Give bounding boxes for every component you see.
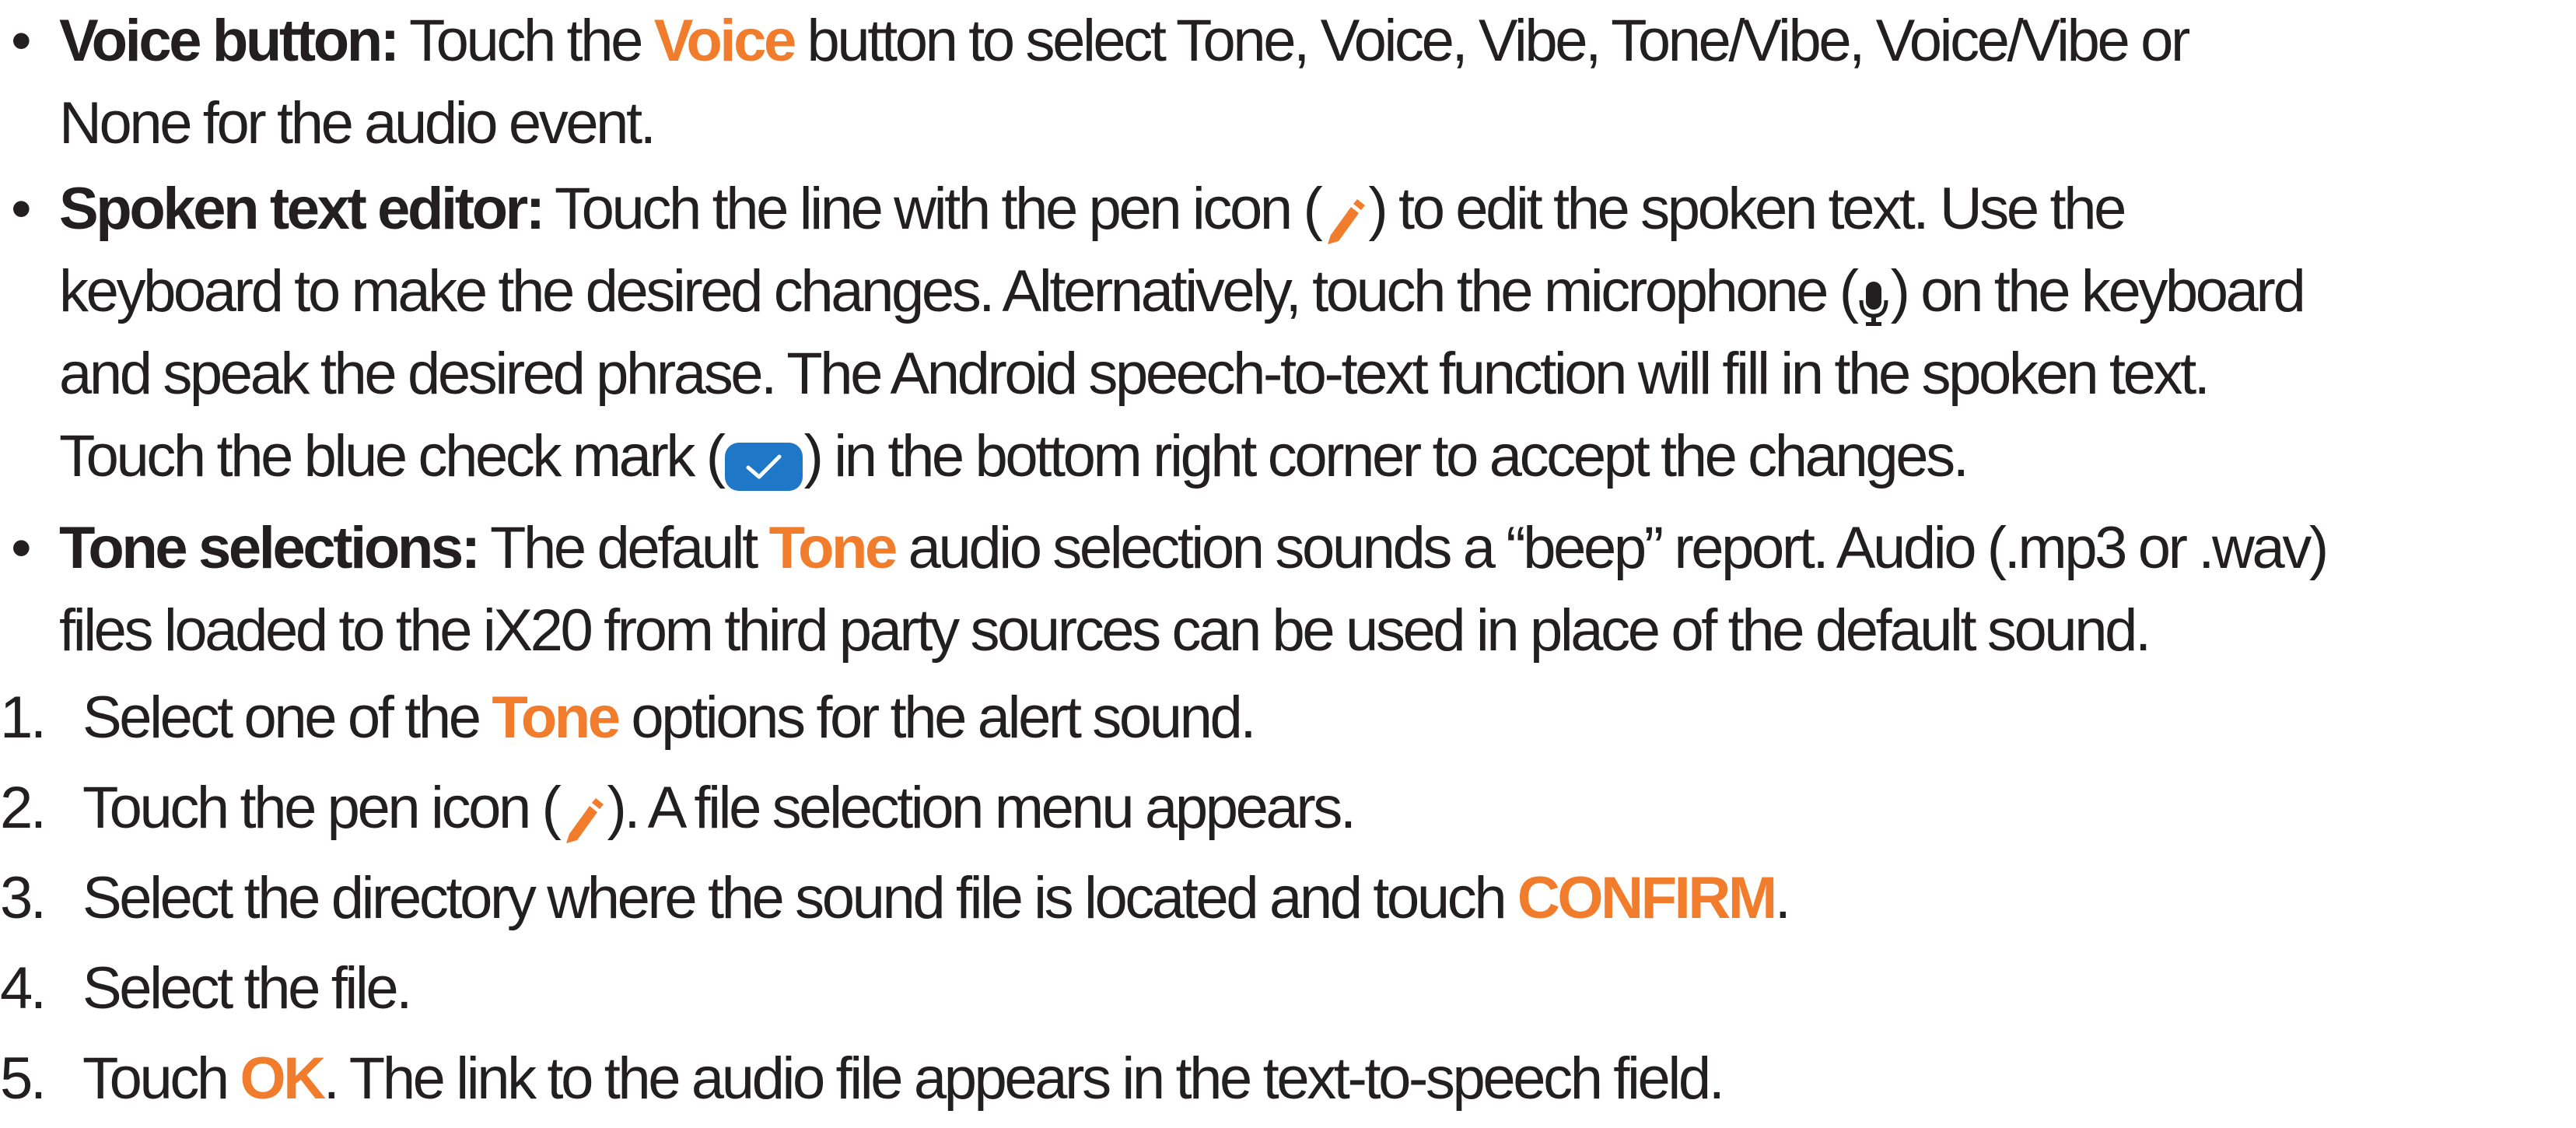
document-page: • Voice button: Touch the Voice button t…: [0, 0, 2576, 1128]
text-line: and speak the desired phrase. The Androi…: [59, 333, 2576, 415]
text-run: files loaded to the iX20 from third part…: [59, 597, 2151, 664]
bullet-term: Tone selections:: [59, 515, 481, 581]
text-run: Select the directory where the sound fil…: [82, 865, 1517, 931]
pen-icon: [1320, 185, 1368, 244]
text-run: options for the alert sound.: [618, 685, 1256, 751]
text-run: Select the file.: [82, 955, 412, 1021]
highlight-voice: Voice: [653, 8, 797, 74]
text-run: audio selection sounds a “beep” report. …: [894, 515, 2329, 581]
highlight-ok: OK: [240, 1046, 327, 1112]
step-number: 5.: [0, 1046, 47, 1112]
text-line: Select the file.: [82, 948, 2576, 1030]
text-line: Tone selections: The default Tone audio …: [59, 507, 2576, 590]
check-mark-icon: [723, 432, 804, 491]
text-run: . The link to the audio file appears in …: [323, 1046, 1725, 1112]
text-run: Touch the pen icon (: [82, 775, 562, 841]
text-line: keyboard to make the desired changes. Al…: [59, 250, 2576, 333]
bullet-voice-button: • Voice button: Touch the Voice button t…: [0, 0, 2576, 165]
bullet-tone-selections: • Tone selections: The default Tone audi…: [0, 507, 2576, 672]
text-run: ). A file selection menu appears.: [607, 775, 1356, 841]
text-line: Select the directory where the sound fil…: [82, 857, 2576, 940]
step-5: 5. Touch OK. The link to the audio file …: [0, 1038, 2576, 1120]
text-line: None for the audio event.: [59, 82, 2576, 165]
bullet-term: Voice button:: [59, 8, 400, 74]
step-number: 1.: [0, 685, 47, 751]
text-run: ) on the keyboard: [1890, 258, 2306, 324]
text-line: Touch the blue check mark ( ) in the bott…: [59, 415, 2576, 498]
text-run: Touch the line with the pen icon (: [542, 176, 1323, 242]
bullet-marker: •: [11, 176, 32, 242]
text-line: Select one of the Tone options for the a…: [82, 677, 2576, 759]
text-line: Touch OK. The link to the audio file app…: [82, 1038, 2576, 1120]
text-run: The default: [478, 515, 769, 581]
step-3: 3. Select the directory where the sound …: [0, 857, 2576, 940]
text-line: Touch the pen icon ( ). A file selection …: [82, 767, 2576, 850]
step-number: 2.: [0, 775, 47, 841]
text-run: keyboard to make the desired changes. Al…: [59, 258, 1859, 324]
text-run: button to select Tone, Voice, Vibe, Tone…: [793, 8, 2191, 74]
step-number: 4.: [0, 955, 47, 1021]
step-4: 4. Select the file.: [0, 948, 2576, 1030]
highlight-confirm: CONFIRM: [1517, 865, 1777, 931]
text-line: Spoken text editor: Touch the line with …: [59, 168, 2576, 250]
bullet-marker: •: [11, 8, 32, 74]
text-run: None for the audio event.: [59, 90, 656, 156]
text-run: .: [1774, 865, 1791, 931]
text-run: ) in the bottom right corner to accept t…: [803, 423, 1969, 489]
bullet-marker: •: [11, 515, 32, 581]
step-2: 2. Touch the pen icon ( ). A file selecti…: [0, 767, 2576, 850]
text-run: and speak the desired phrase. The Androi…: [59, 341, 2210, 407]
pen-icon: [558, 784, 607, 843]
text-line: files loaded to the iX20 from third part…: [59, 590, 2576, 672]
step-1: 1. Select one of the Tone options for th…: [0, 677, 2576, 759]
microphone-icon: [1857, 268, 1891, 326]
bullet-term: Spoken text editor:: [59, 176, 545, 242]
text-run: Select one of the: [82, 685, 492, 751]
text-run: Touch the blue check mark (: [59, 423, 726, 489]
highlight-tone: Tone: [768, 515, 898, 581]
text-run: Touch: [82, 1046, 240, 1112]
text-run: ) to edit the spoken text. Use the: [1368, 176, 2126, 242]
highlight-tone: Tone: [492, 685, 621, 751]
step-number: 3.: [0, 865, 47, 931]
bullet-spoken-text-editor: • Spoken text editor: Touch the line wit…: [0, 168, 2576, 498]
text-line: Voice button: Touch the Voice button to …: [59, 0, 2576, 82]
text-run: Touch the: [397, 8, 654, 74]
